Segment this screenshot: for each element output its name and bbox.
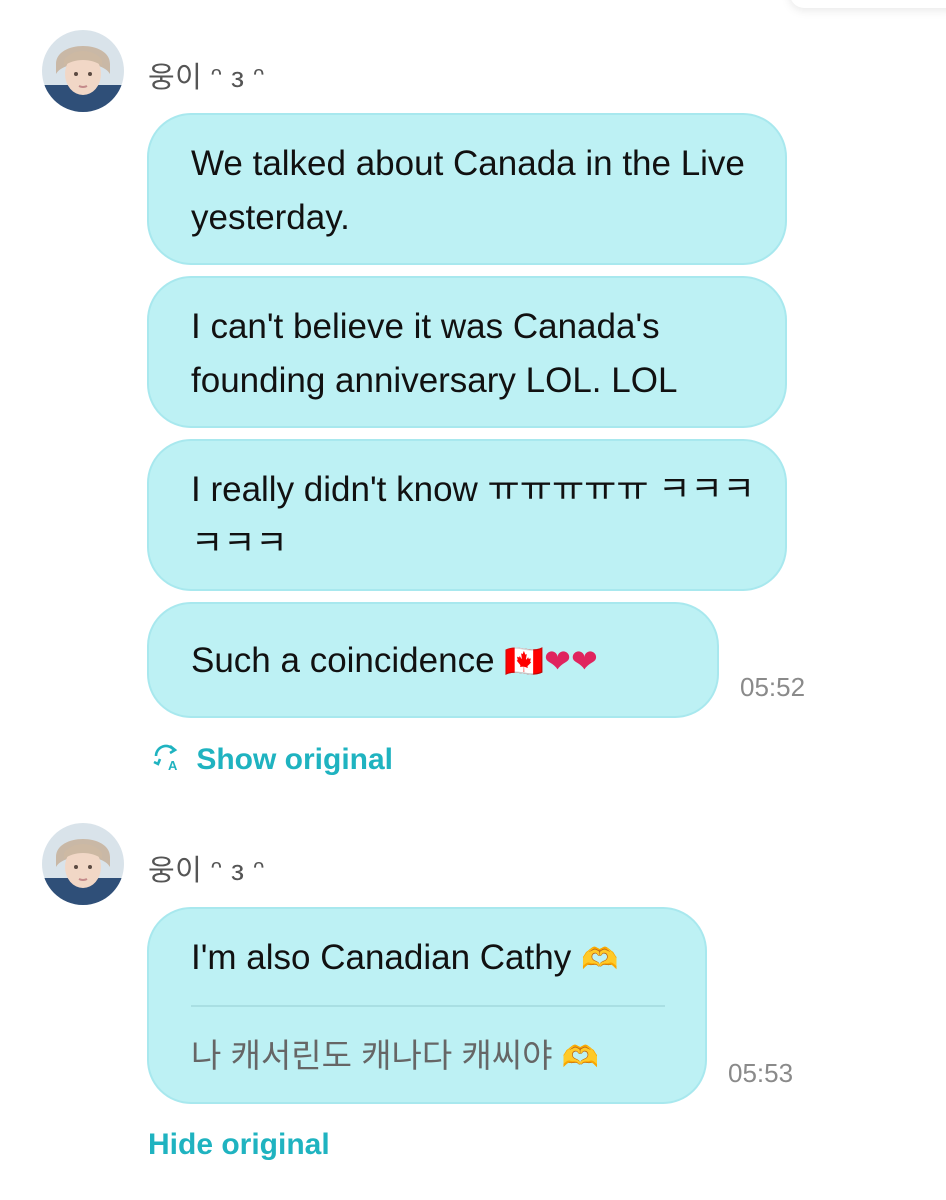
sender-name: 웅이 ᵔ ᴈ ᵔ (148, 855, 265, 887)
top-card-edge (790, 0, 946, 8)
translated-text: I'm also Canadian Cathy (191, 938, 572, 977)
translate-icon: A (150, 742, 182, 780)
avatar[interactable] (42, 30, 124, 112)
message-bubble[interactable]: I'm also Canadian Cathy 🫶 나 캐서린도 캐나다 캐씨야… (147, 907, 707, 1104)
canada-flag-hearts-icon: 🇨🇦❤❤ (504, 642, 598, 680)
message-text: I can't believe it was Canada's founding… (191, 307, 678, 400)
timestamp: 05:53 (728, 1058, 794, 1088)
show-original-button[interactable]: A Show original (150, 742, 393, 780)
message-bubble[interactable]: I really didn't know ㅠㅠㅠㅠㅠ ㅋㅋㅋㅋㅋㅋ (147, 439, 787, 591)
translated-text-line: I'm also Canadian Cathy 🫶 (191, 931, 675, 987)
heart-hands-icon: 🫶 (561, 1040, 599, 1075)
translation-divider (191, 1005, 665, 1007)
timestamp: 05:52 (740, 672, 806, 702)
show-original-label: Show original (196, 742, 394, 776)
message-text: Such a coincidence (191, 641, 495, 680)
avatar[interactable] (42, 823, 124, 905)
hide-original-button[interactable]: Hide original (148, 1128, 330, 1162)
message-bubble[interactable]: We talked about Canada in the Live yeste… (147, 113, 787, 265)
sender-name: 웅이 ᵔ ᴈ ᵔ (148, 62, 265, 94)
message-bubble[interactable]: I can't believe it was Canada's founding… (147, 276, 787, 428)
svg-text:A: A (168, 758, 178, 772)
original-text-line: 나 캐서린도 캐나다 캐씨야 🫶 (191, 1029, 675, 1085)
message-text: We talked about Canada in the Live yeste… (191, 144, 745, 237)
original-text: 나 캐서린도 캐나다 캐씨야 (191, 1037, 553, 1074)
message-bubble[interactable]: Such a coincidence 🇨🇦❤❤ (147, 602, 719, 718)
message-text: I really didn't know ㅠㅠㅠㅠㅠ ㅋㅋㅋㅋㅋㅋ (191, 470, 755, 563)
message-text-line: Such a coincidence 🇨🇦❤❤ (191, 634, 687, 688)
heart-hands-icon: 🫶 (580, 942, 619, 977)
